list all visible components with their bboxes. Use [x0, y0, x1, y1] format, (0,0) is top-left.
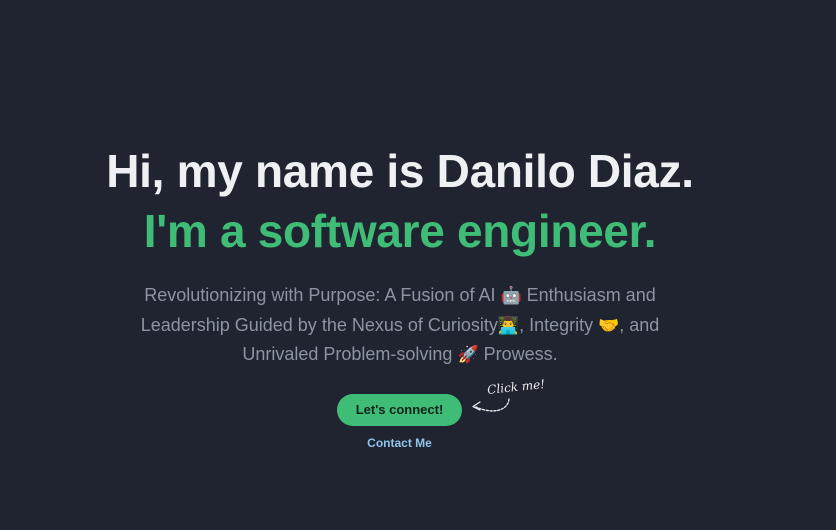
curved-arrow-icon: [472, 398, 510, 412]
lets-connect-button[interactable]: Let's connect!: [337, 394, 462, 426]
headline: Hi, my name is Danilo Diaz.: [106, 144, 694, 197]
handshake-icon: 🤝: [598, 315, 620, 336]
robot-icon: 🤖: [500, 286, 522, 306]
tagline-text-1: Revolutionizing with Purpose: A Fusion o…: [144, 285, 501, 305]
click-me-hint: Click me!: [486, 377, 546, 397]
tagline: Revolutionizing with Purpose: A Fusion o…: [130, 281, 670, 370]
tagline-text-5: Prowess.: [478, 344, 558, 364]
contact-me-link[interactable]: Contact Me: [337, 436, 462, 450]
technologist-icon: 👨‍💻: [497, 315, 520, 336]
rocket-icon: 🚀: [457, 345, 479, 365]
tagline-text-3: , Integrity: [519, 314, 599, 335]
page: Hi, my name is Danilo Diaz. I'm a softwa…: [0, 0, 836, 530]
subheadline: I'm a software engineer.: [143, 205, 657, 258]
